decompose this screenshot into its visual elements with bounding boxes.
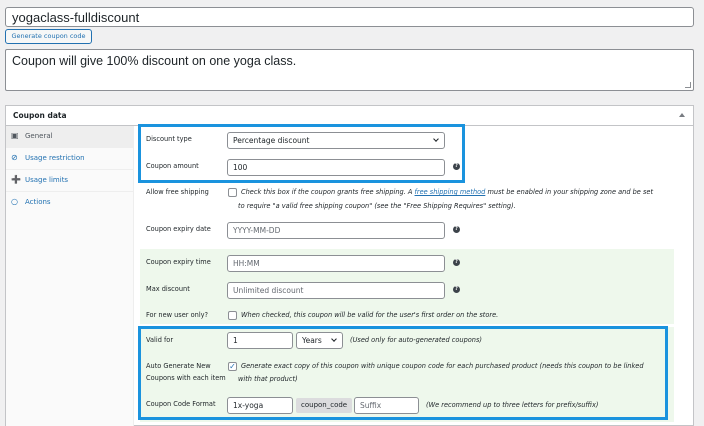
coupon-description-textarea[interactable]: Coupon will give 100% discount on one yo… bbox=[5, 49, 694, 91]
tab-label: General bbox=[25, 132, 53, 140]
valid-for-note: (Used only for auto-generated coupons) bbox=[350, 336, 482, 344]
coupon-code-input[interactable]: yogaclass-fulldiscount bbox=[5, 7, 694, 27]
prefix-input[interactable]: 1x-yoga bbox=[227, 397, 293, 414]
help-icon[interactable]: ? bbox=[453, 286, 460, 293]
block-icon: ⊘ bbox=[11, 153, 18, 162]
new-user-checkbox[interactable] bbox=[228, 311, 237, 320]
tab-general[interactable]: ▣ General bbox=[6, 126, 134, 148]
tab-usage-limits[interactable]: ➕ Usage limits bbox=[6, 170, 134, 192]
discount-type-select[interactable]: Percentage discount bbox=[227, 132, 445, 149]
resize-handle-icon[interactable] bbox=[685, 82, 691, 88]
tab-label: Usage restriction bbox=[25, 154, 85, 162]
valid-for-unit-select[interactable]: Years bbox=[296, 332, 343, 349]
free-shipping-note-b: must be enabled in your shipping zone an… bbox=[487, 188, 654, 196]
max-discount-label: Max discount bbox=[146, 285, 190, 293]
free-shipping-note-a: Check this box if the coupon grants free… bbox=[241, 188, 413, 196]
tab-usage-restriction[interactable]: ⊘ Usage restriction bbox=[6, 148, 134, 170]
ticket-icon: ▣ bbox=[11, 131, 19, 140]
help-icon[interactable]: ? bbox=[453, 226, 460, 233]
expiry-date-label: Coupon expiry date bbox=[146, 225, 211, 233]
valid-for-label: Valid for bbox=[146, 336, 174, 344]
plus-icon: ➕ bbox=[11, 175, 21, 184]
help-icon[interactable]: ? bbox=[453, 163, 460, 170]
tab-label: Usage limits bbox=[25, 176, 69, 184]
free-shipping-checkbox[interactable] bbox=[228, 188, 237, 197]
panel-header: Coupon data bbox=[6, 106, 693, 126]
code-format-note: (We recommend up to three letters for pr… bbox=[426, 401, 599, 409]
generate-coupon-code-button[interactable]: Generate coupon code bbox=[5, 29, 92, 44]
coupon-code-tag: coupon_code bbox=[296, 398, 353, 413]
tab-actions[interactable]: ○ Actions bbox=[6, 192, 134, 214]
auto-generate-label-2: Coupons with each item bbox=[146, 374, 226, 382]
expiry-date-input[interactable]: YYYY-MM-DD bbox=[227, 222, 445, 239]
new-user-note: When checked, this coupon will be valid … bbox=[241, 311, 499, 319]
free-shipping-note-c: to require "a valid free shipping coupon… bbox=[238, 202, 516, 210]
collapse-toggle-icon[interactable] bbox=[679, 113, 685, 117]
free-shipping-label: Allow free shipping bbox=[146, 188, 209, 196]
panel-title: Coupon data bbox=[13, 111, 67, 120]
description-text: Coupon will give 100% discount on one yo… bbox=[12, 54, 297, 68]
discount-type-value: Percentage discount bbox=[233, 136, 310, 145]
suffix-input[interactable]: Suffix bbox=[354, 397, 419, 414]
auto-generate-checkbox[interactable]: ✓ bbox=[228, 362, 237, 371]
auto-generate-note-2: with that product) bbox=[238, 375, 298, 383]
valid-for-unit-value: Years bbox=[302, 336, 322, 345]
chevron-down-icon bbox=[433, 136, 439, 142]
code-format-label: Coupon Code Format bbox=[146, 400, 216, 408]
max-discount-input[interactable]: Unlimited discount bbox=[227, 282, 445, 299]
coupon-amount-input[interactable]: 100 bbox=[227, 159, 445, 176]
circle-icon: ○ bbox=[11, 197, 18, 206]
new-user-label: For new user only? bbox=[146, 311, 209, 319]
free-shipping-note: Check this box if the coupon grants free… bbox=[241, 187, 691, 197]
expiry-time-input[interactable]: HH:MM bbox=[227, 255, 445, 272]
coupon-data-tabs: ▣ General ⊘ Usage restriction ➕ Usage li… bbox=[6, 126, 134, 426]
valid-for-input[interactable]: 1 bbox=[227, 332, 293, 349]
free-shipping-method-link[interactable]: free shipping method bbox=[415, 188, 486, 196]
auto-generate-note-1: Generate exact copy of this coupon with … bbox=[241, 362, 644, 370]
help-icon[interactable]: ? bbox=[453, 259, 460, 266]
chevron-down-icon bbox=[331, 336, 337, 342]
tab-label: Actions bbox=[25, 198, 51, 206]
expiry-time-label: Coupon expiry time bbox=[146, 258, 211, 266]
auto-generate-label-1: Auto Generate New bbox=[146, 362, 211, 370]
coupon-amount-label: Coupon amount bbox=[146, 162, 199, 170]
discount-type-label: Discount type bbox=[146, 135, 192, 143]
